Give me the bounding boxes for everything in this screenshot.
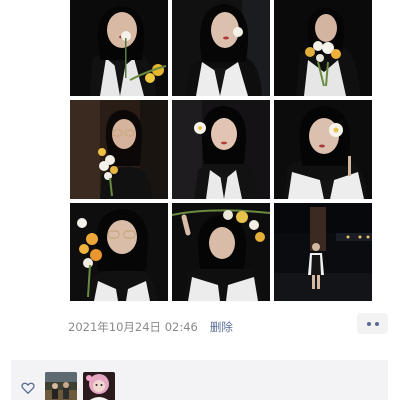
photo-thumbnail-2[interactable] bbox=[172, 0, 270, 96]
photo-grid bbox=[70, 0, 372, 301]
photo-thumbnail-4[interactable] bbox=[70, 100, 168, 199]
more-dot-icon bbox=[374, 321, 379, 326]
liker-avatar-2[interactable] bbox=[83, 372, 115, 400]
post-meta: 2021年10月24日 02:46 删除 bbox=[68, 317, 233, 337]
photo-thumbnail-8[interactable] bbox=[172, 203, 270, 301]
moments-post: 2021年10月24日 02:46 删除 bbox=[0, 0, 400, 400]
photo-thumbnail-6[interactable] bbox=[274, 100, 372, 199]
likes-section bbox=[11, 360, 388, 400]
photo-thumbnail-7[interactable] bbox=[70, 203, 168, 301]
more-dot-icon bbox=[366, 321, 371, 326]
photo-thumbnail-5[interactable] bbox=[172, 100, 270, 199]
photo-thumbnail-1[interactable] bbox=[70, 0, 168, 96]
photo-thumbnail-9[interactable] bbox=[274, 203, 372, 301]
post-timestamp: 2021年10月24日 02:46 bbox=[68, 320, 198, 334]
liker-avatar-1[interactable] bbox=[45, 372, 77, 400]
more-actions-button[interactable] bbox=[357, 313, 388, 334]
heart-outline-icon bbox=[21, 382, 35, 394]
delete-link[interactable]: 删除 bbox=[210, 319, 233, 335]
photo-thumbnail-3[interactable] bbox=[274, 0, 372, 96]
